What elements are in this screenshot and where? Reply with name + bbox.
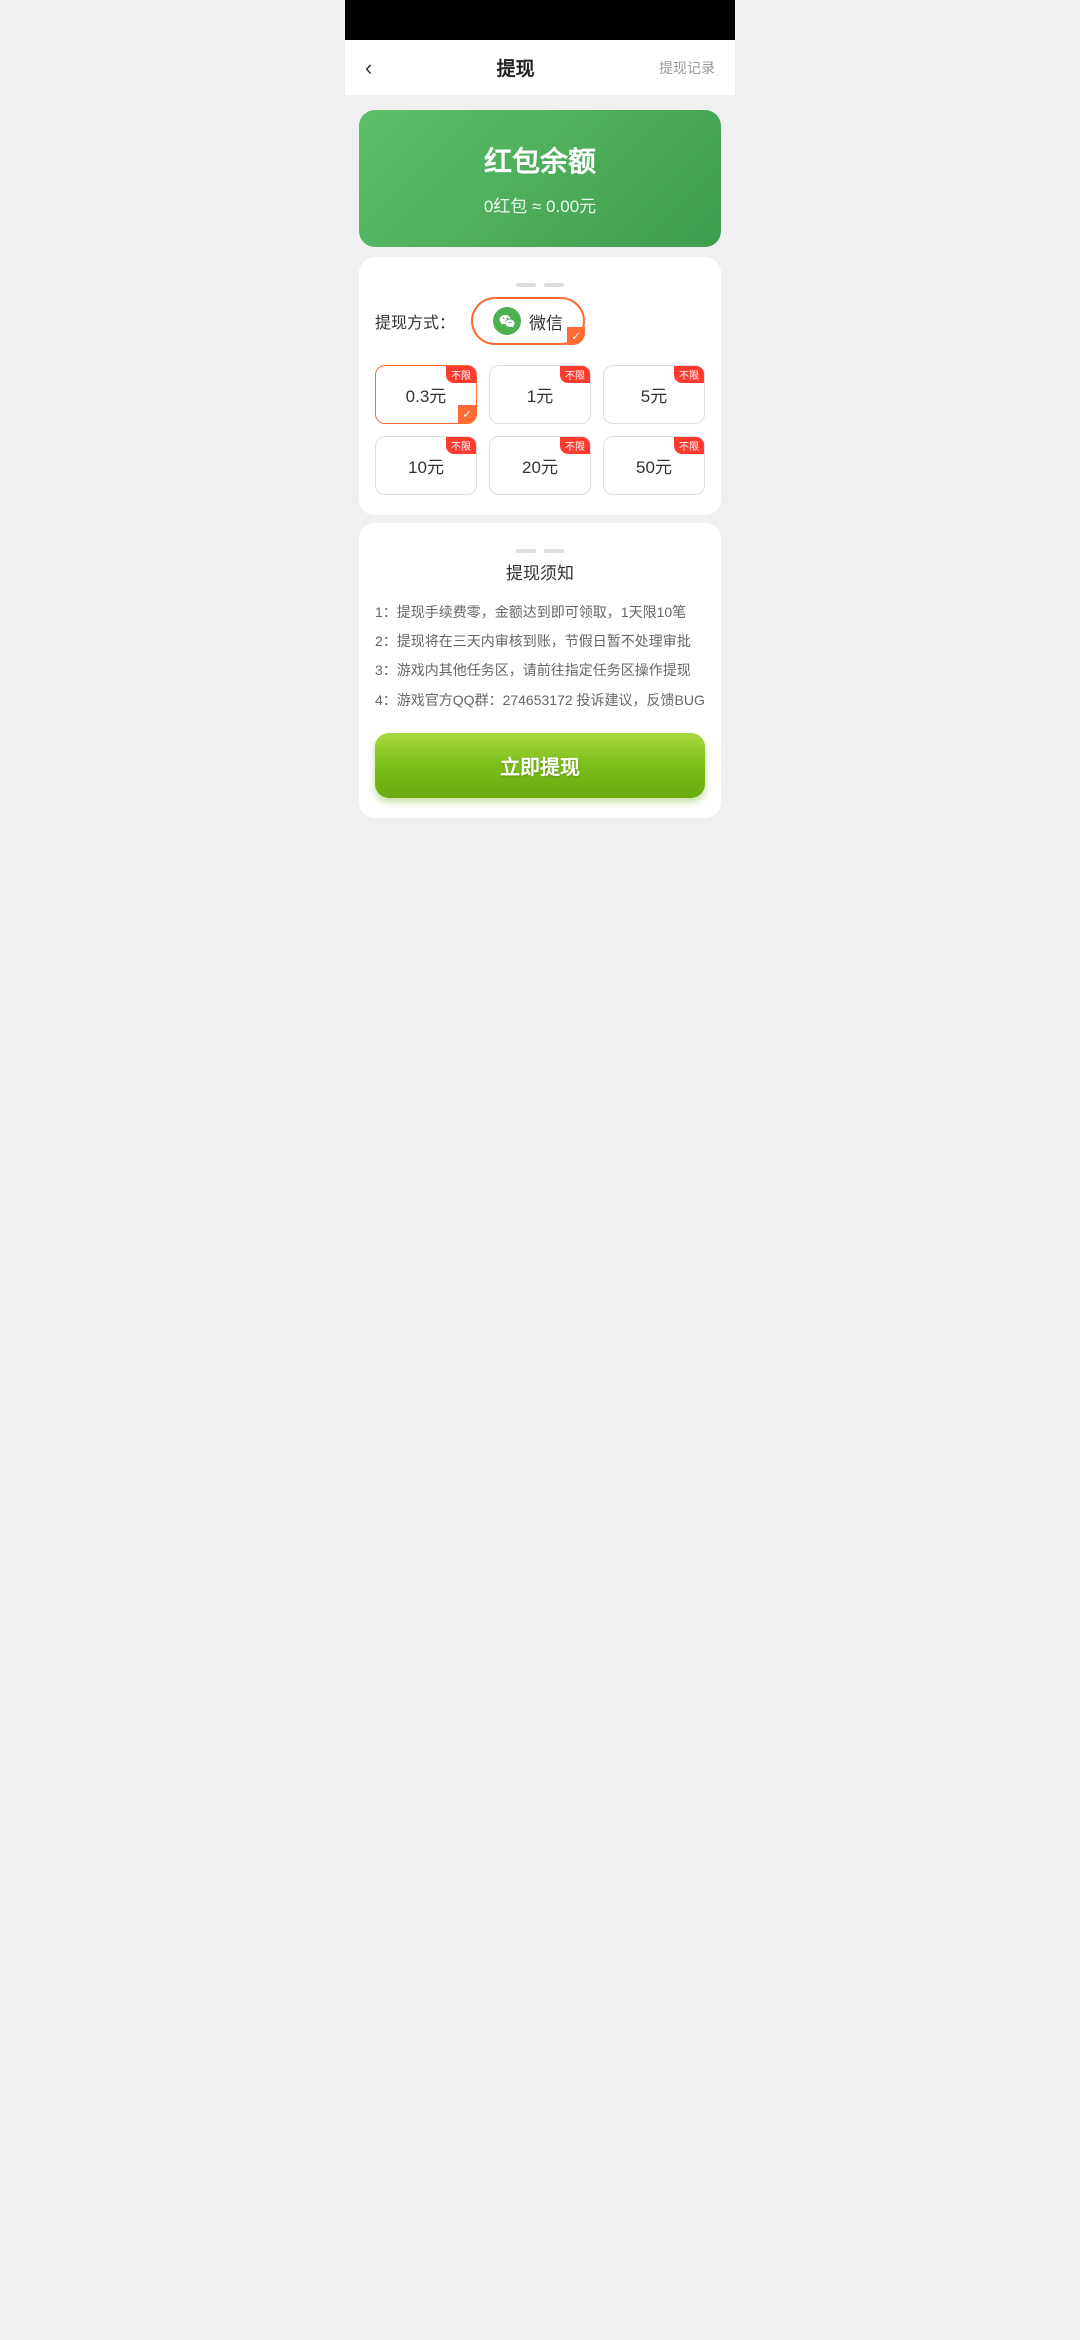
- status-bar: [345, 0, 735, 40]
- amount-btn-5[interactable]: 不限 50元: [603, 436, 705, 495]
- amount-btn-0[interactable]: 不限 0.3元 ✓: [375, 365, 477, 424]
- amount-tag-3: 不限: [446, 437, 476, 454]
- wechat-method-button[interactable]: 微信 ✓: [471, 297, 585, 345]
- method-row: 提现方式： 微信 ✓: [375, 297, 705, 345]
- wechat-icon: [493, 307, 521, 335]
- drag-indicator: [375, 277, 705, 287]
- amount-value-5: 50元: [636, 458, 672, 477]
- notice-section: 提现须知 1：提现手续费零，金额达到即可领取，1天限10笔 2：提现将在三天内审…: [359, 523, 721, 818]
- page-title: 提现: [497, 54, 535, 81]
- back-button[interactable]: ‹: [365, 55, 372, 81]
- amount-btn-3[interactable]: 不限 10元: [375, 436, 477, 495]
- amount-grid: 不限 0.3元 ✓ 不限 1元 不限 5元 不限 10元 不限 20元 不限 5…: [375, 365, 705, 495]
- amount-value-2: 5元: [641, 387, 667, 406]
- amount-tag-5: 不限: [674, 437, 704, 454]
- balance-title: 红包余额: [379, 140, 701, 180]
- amount-check-0: ✓: [458, 405, 476, 423]
- amount-btn-2[interactable]: 不限 5元: [603, 365, 705, 424]
- method-label: 提现方式：: [375, 309, 455, 333]
- header: ‹ 提现 提现记录: [345, 40, 735, 96]
- notice-item-4: 4：游戏官方QQ群：274653172 投诉建议，反馈BUG: [375, 688, 705, 713]
- bottom-space: [345, 826, 735, 866]
- notice-item-3: 3：游戏内其他任务区，请前往指定任务区操作提现: [375, 658, 705, 683]
- notice-title: 提现须知: [375, 559, 705, 584]
- balance-card: 红包余额 0红包 ≈ 0.00元: [359, 110, 721, 247]
- method-name: 微信: [529, 309, 563, 334]
- notice-item-1: 1：提现手续费零，金额达到即可领取，1天限10笔: [375, 600, 705, 625]
- amount-value-4: 20元: [522, 458, 558, 477]
- withdraw-button[interactable]: 立即提现: [375, 733, 705, 798]
- amount-tag-0: 不限: [446, 366, 476, 383]
- method-selected-check: ✓: [567, 327, 585, 345]
- amount-tag-2: 不限: [674, 366, 704, 383]
- amount-tag-4: 不限: [560, 437, 590, 454]
- amount-value-3: 10元: [408, 458, 444, 477]
- balance-amount: 0红包 ≈ 0.00元: [379, 192, 701, 217]
- history-link[interactable]: 提现记录: [659, 58, 715, 78]
- amount-btn-1[interactable]: 不限 1元: [489, 365, 591, 424]
- amount-value-0: 0.3元: [406, 387, 447, 406]
- amount-btn-4[interactable]: 不限 20元: [489, 436, 591, 495]
- notice-item-2: 2：提现将在三天内审核到账，节假日暂不处理审批: [375, 629, 705, 654]
- amount-tag-1: 不限: [560, 366, 590, 383]
- amount-value-1: 1元: [527, 387, 553, 406]
- drag-indicator-2: [375, 543, 705, 553]
- withdraw-section: 提现方式： 微信 ✓ 不限 0.3元 ✓ 不限 1元 不限 5元 不限 10元: [359, 257, 721, 515]
